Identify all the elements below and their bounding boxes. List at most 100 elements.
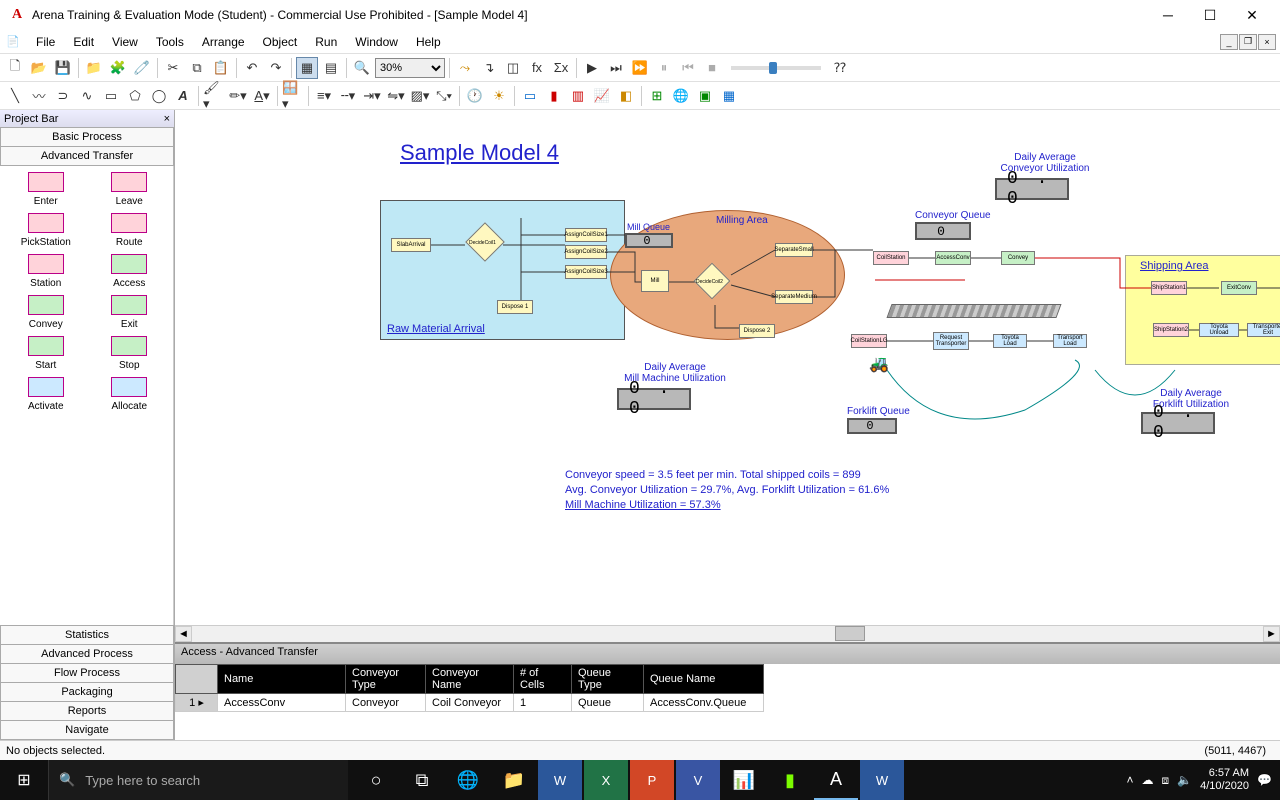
var-icon[interactable]: ▭ — [519, 85, 541, 107]
line-weight-icon[interactable]: ≡▾ — [313, 85, 335, 107]
bezier-icon[interactable]: ∿ — [76, 85, 98, 107]
tray-chevron-icon[interactable]: ˄ — [1127, 773, 1134, 787]
mdi-close[interactable]: × — [1258, 34, 1276, 50]
node-shipstation2[interactable]: ShipStation2 — [1153, 323, 1189, 337]
menu-run[interactable]: Run — [307, 32, 345, 52]
mdi-minimize[interactable]: _ — [1220, 34, 1238, 50]
table-row[interactable]: 1 ▸ AccessConv Conveyor Coil Conveyor 1 … — [176, 694, 764, 712]
node-assign3[interactable]: AssignCoilSize3 — [565, 265, 607, 279]
node-sep-med[interactable]: SeparateMedium — [775, 290, 813, 304]
anim-clock-icon[interactable]: 🕐 — [464, 85, 486, 107]
paste-icon[interactable]: 📋 — [210, 57, 232, 79]
menu-help[interactable]: Help — [408, 32, 449, 52]
module-access[interactable]: Access — [90, 254, 170, 289]
scroll-right-icon[interactable]: ► — [1263, 626, 1280, 642]
anim-date-icon[interactable]: ☀ — [488, 85, 510, 107]
hist-icon[interactable]: ▥ — [567, 85, 589, 107]
total-output-label[interactable]: Total Output — [1263, 438, 1280, 449]
window-bg-icon[interactable]: 🪟▾ — [282, 85, 304, 107]
snap-icon[interactable]: ◫ — [502, 57, 524, 79]
template-icon[interactable]: 📁 — [83, 57, 105, 79]
menu-edit[interactable]: Edit — [65, 32, 102, 52]
section-basic-process[interactable]: Basic Process — [0, 127, 174, 147]
node-coilstation[interactable]: CoilStation — [873, 251, 909, 265]
app-icon-1[interactable]: 📊 — [722, 760, 766, 800]
node-assign2[interactable]: AssignCoilSize2 — [565, 245, 607, 259]
section-advanced-process[interactable]: Advanced Process — [0, 644, 174, 664]
maximize-button[interactable]: ☐ — [1190, 1, 1230, 29]
detach-icon[interactable]: 🧷 — [131, 57, 153, 79]
sum-icon[interactable]: Σx — [550, 57, 572, 79]
layers-icon[interactable]: ▦ — [296, 57, 318, 79]
speed-slider[interactable] — [731, 66, 821, 70]
connect-icon[interactable]: ⤳ — [454, 57, 476, 79]
help-icon[interactable]: ⁇ — [829, 57, 851, 79]
node-assign1[interactable]: AssignCoilSize1 — [565, 228, 607, 242]
play-icon[interactable]: ▶ — [581, 57, 603, 79]
polyline-icon[interactable]: 〰 — [28, 85, 50, 107]
cut-icon[interactable]: ✂ — [162, 57, 184, 79]
model-title[interactable]: Sample Model 4 — [400, 140, 559, 166]
module-pickstation[interactable]: PickStation — [6, 213, 86, 248]
save-icon[interactable]: 💾 — [52, 57, 74, 79]
stop-icon[interactable]: ■ — [701, 57, 723, 79]
zoom-select[interactable]: 30% — [375, 58, 445, 78]
start-button[interactable]: ⊞ — [0, 760, 48, 800]
node-slabarrival[interactable]: SlabArrival — [391, 238, 431, 252]
cortana-icon[interactable]: ○ — [354, 760, 398, 800]
node-toyota-load[interactable]: Toyota Load — [993, 334, 1027, 348]
module-activate[interactable]: Activate — [6, 377, 86, 412]
expr-icon[interactable]: fx — [526, 57, 548, 79]
transporter-icon[interactable]: ▦ — [718, 85, 740, 107]
section-advanced-transfer[interactable]: Advanced Transfer — [0, 146, 174, 166]
module-stop[interactable]: Stop — [90, 336, 170, 371]
text-color-icon[interactable]: A▾ — [251, 85, 273, 107]
node-convey[interactable]: Convey — [1001, 251, 1035, 265]
arrow-icon[interactable]: ↴ — [478, 57, 500, 79]
line-color-icon[interactable]: ✏▾ — [227, 85, 249, 107]
redo-icon[interactable]: ↷ — [265, 57, 287, 79]
module-allocate[interactable]: Allocate — [90, 377, 170, 412]
line-dash-icon[interactable]: ╌▾ — [337, 85, 359, 107]
menu-window[interactable]: Window — [347, 32, 406, 52]
module-station[interactable]: Station — [6, 254, 86, 289]
h-flip-icon[interactable]: ⇋▾ — [385, 85, 407, 107]
mdi-restore[interactable]: ❐ — [1239, 34, 1257, 50]
menu-arrange[interactable]: Arrange — [194, 32, 253, 52]
pause-icon[interactable]: ⏸ — [653, 57, 675, 79]
menu-object[interactable]: Object — [255, 32, 306, 52]
open-icon[interactable]: 📂 — [28, 57, 50, 79]
area-shipping[interactable]: Shipping Area — [1125, 255, 1280, 365]
visio-icon[interactable]: V — [676, 760, 720, 800]
volume-icon[interactable]: 🔈 — [1177, 773, 1192, 787]
global-icon[interactable]: 🌐 — [670, 85, 692, 107]
menu-tools[interactable]: Tools — [148, 32, 192, 52]
excel-icon[interactable]: X — [584, 760, 628, 800]
node-coilstation-lg[interactable]: CoilStationLG — [851, 334, 887, 348]
task-view-icon[interactable]: ⧉ — [400, 760, 444, 800]
app-icon-2[interactable]: ▮ — [768, 760, 812, 800]
ff-icon[interactable]: ⏩ — [629, 57, 651, 79]
fill-color-icon[interactable]: 🖌▾ — [203, 85, 225, 107]
spreadsheet-table[interactable]: Name Conveyor Type Conveyor Name # of Ce… — [175, 664, 1280, 740]
model-canvas[interactable]: Sample Model 4 Raw Material Arrival Mill… — [175, 110, 1280, 625]
onedrive-icon[interactable]: ☁ — [1142, 773, 1154, 787]
zoom-icon[interactable]: 🔍 — [351, 57, 373, 79]
ellipse-icon[interactable]: ◯ — [148, 85, 170, 107]
undo-icon[interactable]: ↶ — [241, 57, 263, 79]
resource-icon[interactable]: ⊞ — [646, 85, 668, 107]
menu-view[interactable]: View — [104, 32, 146, 52]
taskbar-search[interactable]: 🔍 Type here to search — [48, 760, 348, 800]
module-leave[interactable]: Leave — [90, 172, 170, 207]
arrow-style-icon[interactable]: ⇥▾ — [361, 85, 383, 107]
new-icon[interactable]: 🗋 — [4, 57, 26, 79]
word2-icon[interactable]: W — [860, 760, 904, 800]
scroll-left-icon[interactable]: ◄ — [175, 626, 192, 642]
powerpoint-icon[interactable]: P — [630, 760, 674, 800]
node-transporter-exit[interactable]: Transporter Exit — [1247, 323, 1280, 337]
step-icon[interactable]: ⏭ — [605, 57, 627, 79]
node-accessconv[interactable]: AccessConv — [935, 251, 971, 265]
module-convey[interactable]: Convey — [6, 295, 86, 330]
section-packaging[interactable]: Packaging — [0, 682, 174, 702]
module-enter[interactable]: Enter — [6, 172, 86, 207]
